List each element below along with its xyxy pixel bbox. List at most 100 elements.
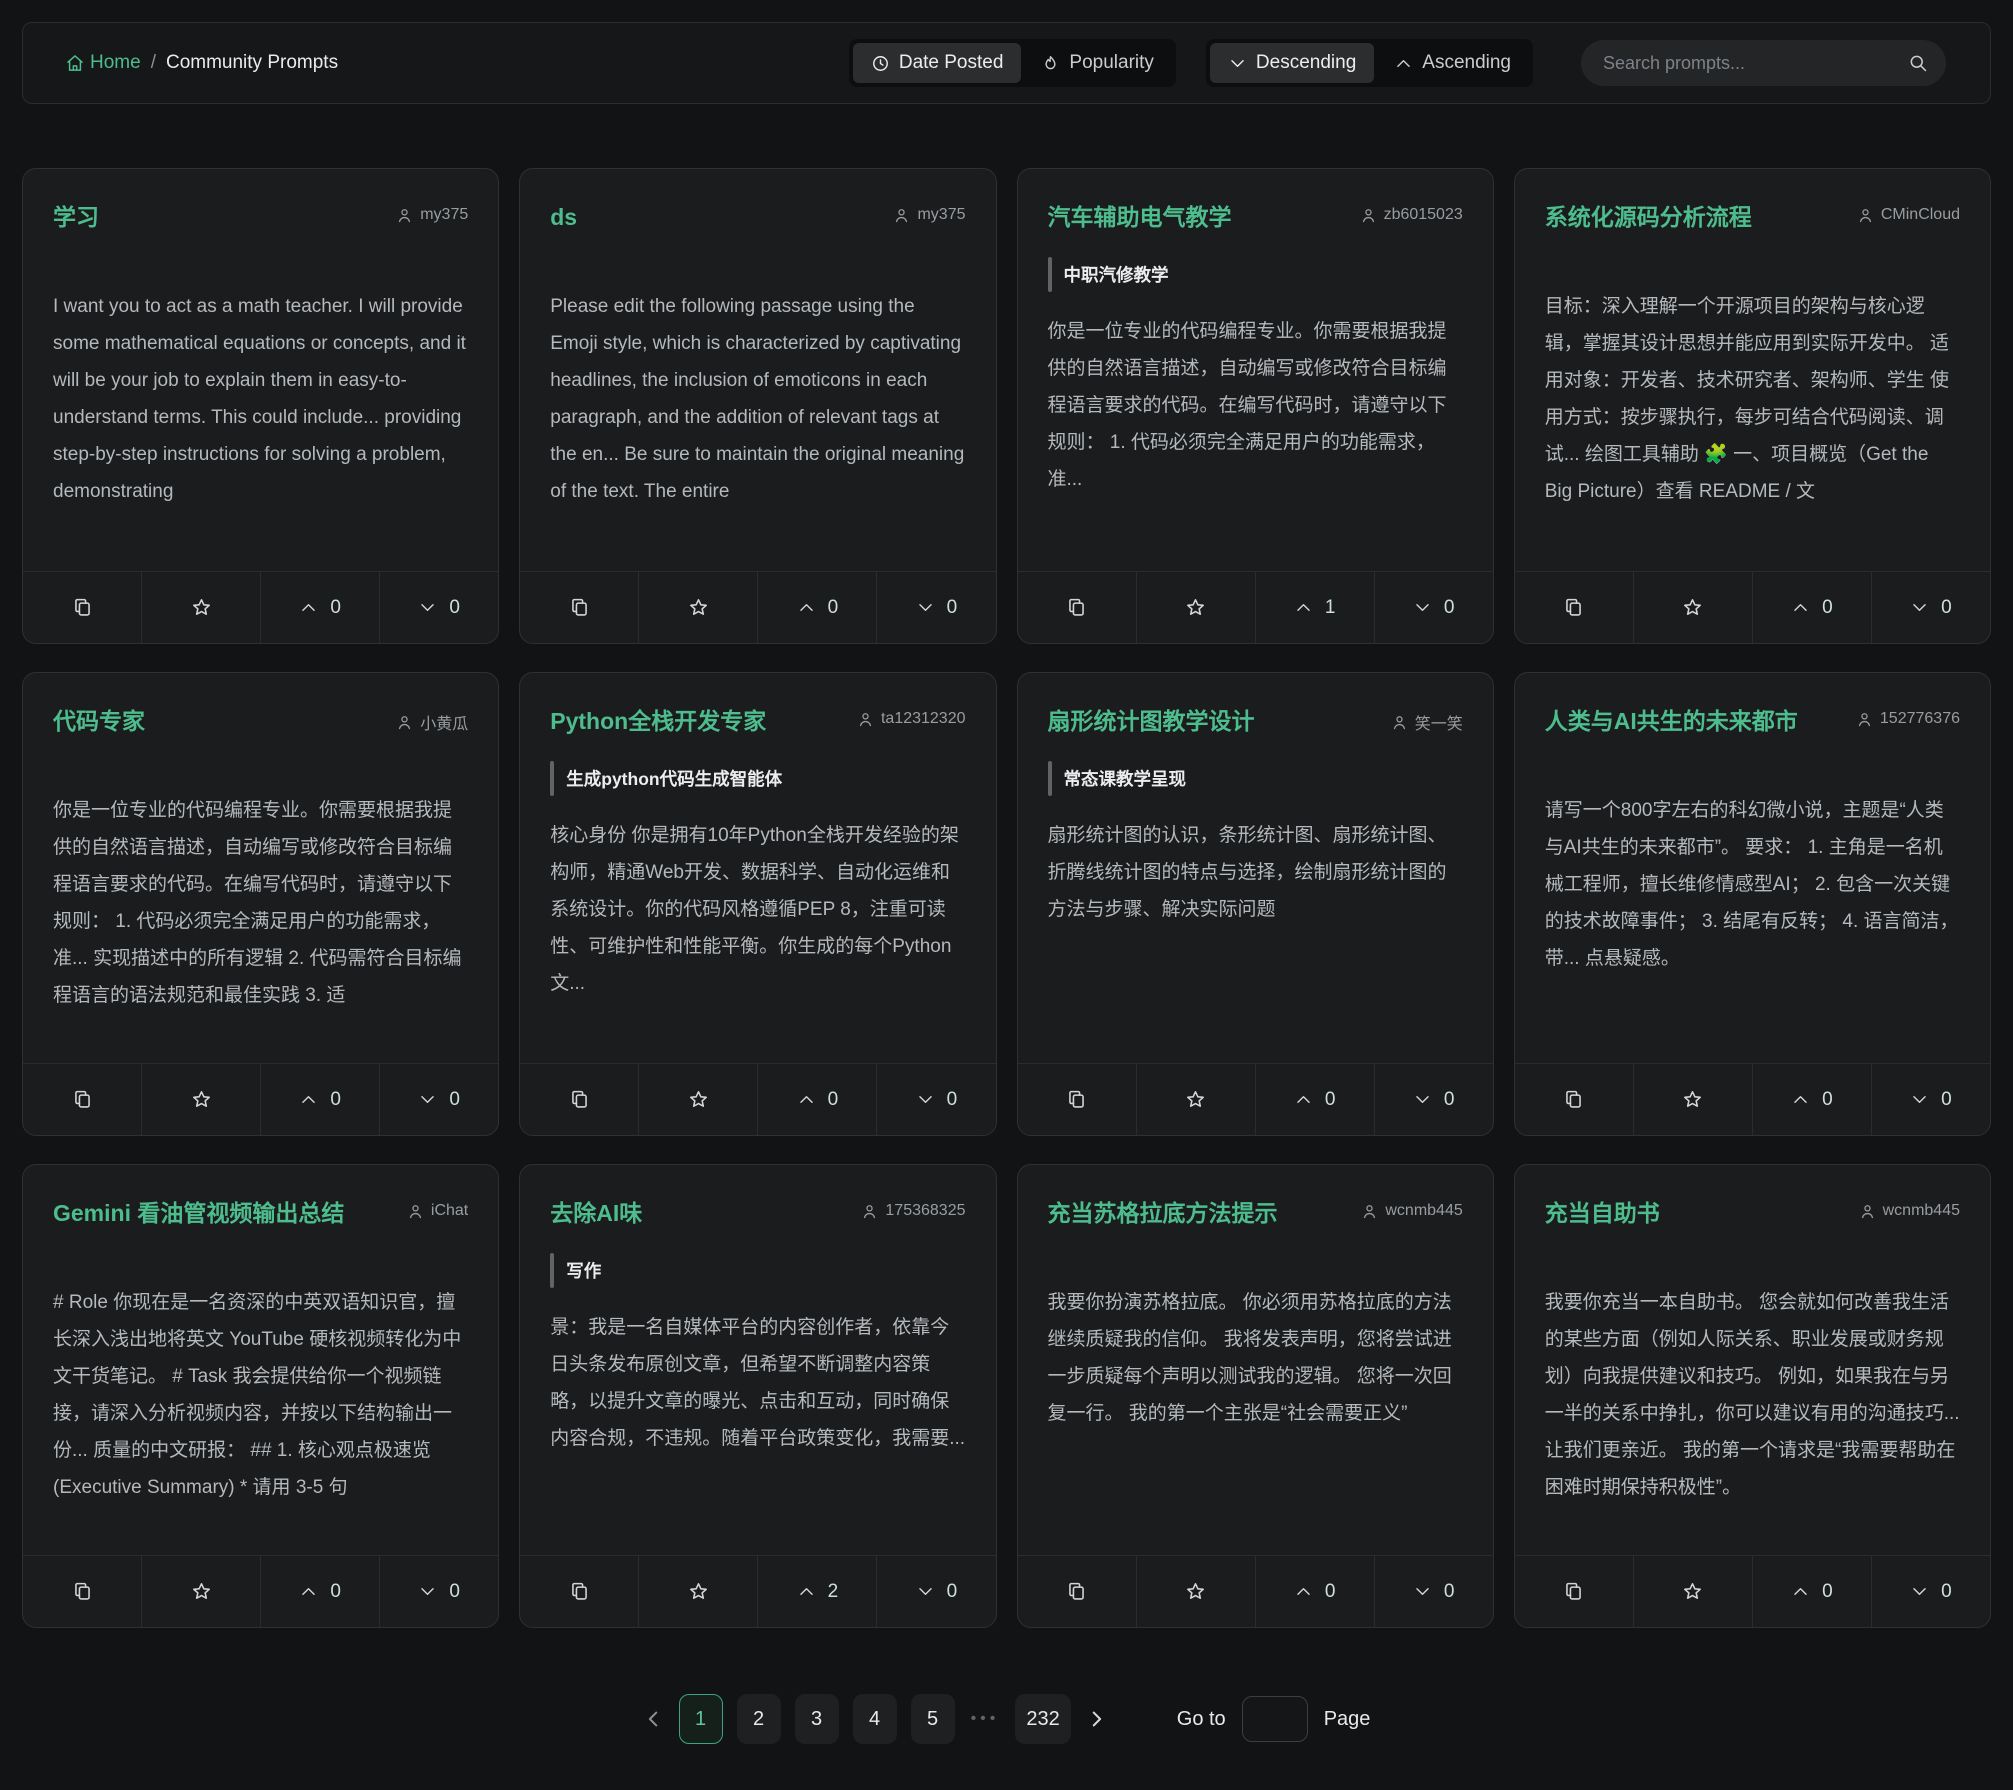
chevron-up-icon <box>797 598 816 617</box>
prompt-preview[interactable]: I want you to act as a math teacher. I w… <box>53 288 468 571</box>
upvote-button[interactable]: 0 <box>260 572 379 643</box>
prompt-title[interactable]: 学习 <box>53 203 99 232</box>
community-prompts-page: Home / Community Prompts Date Posted Pop… <box>0 22 2013 1768</box>
search-box <box>1581 40 1946 86</box>
copy-button[interactable] <box>23 1556 141 1627</box>
downvote-button[interactable]: 0 <box>1871 572 1990 643</box>
prompt-author: 175368325 <box>861 1202 965 1220</box>
favorite-button[interactable] <box>1633 1064 1752 1135</box>
home-link[interactable]: Home <box>65 52 141 74</box>
copy-button[interactable] <box>1515 1556 1633 1627</box>
upvote-button[interactable]: 0 <box>1752 1064 1871 1135</box>
prompt-author: 152776376 <box>1856 710 1960 728</box>
downvote-button[interactable]: 0 <box>876 1064 995 1135</box>
prompt-preview[interactable]: 你是一位专业的代码编程专业。你需要根据我提供的自然语言描述，自动编写或修改符合目… <box>53 792 468 1063</box>
favorite-button[interactable] <box>141 1064 260 1135</box>
prompt-title[interactable]: Python全栈开发专家 <box>550 707 766 736</box>
page-button-4[interactable]: 4 <box>853 1694 897 1744</box>
copy-button[interactable] <box>520 1064 638 1135</box>
sort-date-posted-label: Date Posted <box>899 52 1004 74</box>
upvote-button[interactable]: 0 <box>1752 1556 1871 1627</box>
page-button-2[interactable]: 2 <box>737 1694 781 1744</box>
favorite-button[interactable] <box>638 572 757 643</box>
home-label: Home <box>90 52 141 74</box>
copy-button[interactable] <box>1018 572 1136 643</box>
prompt-preview[interactable]: 目标：深入理解一个开源项目的架构与核心逻辑，掌握其设计思想并能应用到实际开发中。… <box>1545 288 1960 571</box>
next-page-button[interactable] <box>1085 1708 1107 1730</box>
copy-button[interactable] <box>520 1556 638 1627</box>
downvote-button[interactable]: 0 <box>876 1556 995 1627</box>
upvote-button[interactable]: 0 <box>757 1064 876 1135</box>
sort-ascending-button[interactable]: Ascending <box>1376 43 1529 83</box>
prompt-preview[interactable]: 请写一个800字左右的科幻微小说，主题是“人类与AI共生的未来都市”。 要求： … <box>1545 792 1960 1063</box>
copy-button[interactable] <box>520 572 638 643</box>
prompt-title[interactable]: 代码专家 <box>53 707 145 736</box>
downvote-button[interactable]: 0 <box>1374 572 1493 643</box>
prompt-title[interactable]: 人类与AI共生的未来都市 <box>1545 707 1798 736</box>
downvote-button[interactable]: 0 <box>1871 1064 1990 1135</box>
star-icon <box>191 1089 212 1110</box>
goto-page-input[interactable] <box>1242 1696 1308 1742</box>
upvote-button[interactable]: 0 <box>757 572 876 643</box>
favorite-button[interactable] <box>141 572 260 643</box>
prompt-preview[interactable]: Please edit the following passage using … <box>550 288 965 571</box>
favorite-button[interactable] <box>638 1556 757 1627</box>
downvote-button[interactable]: 0 <box>876 572 995 643</box>
copy-button[interactable] <box>1515 572 1633 643</box>
search-input[interactable] <box>1603 53 1908 74</box>
prompt-preview[interactable]: 核心身份 你是拥有10年Python全栈开发经验的架构师，精通Web开发、数据科… <box>550 817 965 1063</box>
upvote-button[interactable]: 0 <box>260 1064 379 1135</box>
downvote-button[interactable]: 0 <box>1374 1064 1493 1135</box>
sort-date-posted-button[interactable]: Date Posted <box>853 43 1022 83</box>
upvote-button[interactable]: 2 <box>757 1556 876 1627</box>
sort-popularity-button[interactable]: Popularity <box>1023 43 1172 83</box>
prompt-preview[interactable]: 我要你扮演苏格拉底。 你必须用苏格拉底的方法继续质疑我的信仰。 我将发表声明，您… <box>1048 1284 1463 1555</box>
downvote-button[interactable]: 0 <box>1374 1556 1493 1627</box>
prompt-preview[interactable]: 扇形统计图的认识，条形统计图、扇形统计图、折腾线统计图的特点与选择，绘制扇形统计… <box>1048 817 1463 1063</box>
prompt-title[interactable]: 汽车辅助电气教学 <box>1048 203 1232 232</box>
favorite-button[interactable] <box>1633 572 1752 643</box>
upvote-button[interactable]: 0 <box>1255 1064 1374 1135</box>
page-button-1[interactable]: 1 <box>679 1694 723 1744</box>
page-button-5[interactable]: 5 <box>911 1694 955 1744</box>
favorite-button[interactable] <box>1136 1064 1255 1135</box>
copy-button[interactable] <box>23 572 141 643</box>
copy-button[interactable] <box>1515 1064 1633 1135</box>
downvote-button[interactable]: 0 <box>379 1064 498 1135</box>
upvote-button[interactable]: 0 <box>1752 572 1871 643</box>
copy-button[interactable] <box>23 1064 141 1135</box>
prompt-preview[interactable]: 景：我是一名自媒体平台的内容创作者，依靠今日头条发布原创文章，但希望不断调整内容… <box>550 1309 965 1555</box>
prompt-title[interactable]: 扇形统计图教学设计 <box>1048 707 1255 736</box>
upvote-button[interactable]: 0 <box>260 1556 379 1627</box>
downvote-button[interactable]: 0 <box>379 1556 498 1627</box>
favorite-button[interactable] <box>1633 1556 1752 1627</box>
favorite-button[interactable] <box>1136 572 1255 643</box>
upvote-button[interactable]: 1 <box>1255 572 1374 643</box>
prev-page-button[interactable] <box>643 1708 665 1730</box>
prompt-title[interactable]: 充当自助书 <box>1545 1199 1660 1228</box>
prompt-title[interactable]: Gemini 看油管视频输出总结 <box>53 1199 344 1228</box>
copy-button[interactable] <box>1018 1556 1136 1627</box>
prompt-title[interactable]: ds <box>550 203 577 232</box>
page-button-last[interactable]: 232 <box>1015 1694 1070 1744</box>
sort-descending-button[interactable]: Descending <box>1210 43 1374 83</box>
prompt-author: iChat <box>407 1202 468 1220</box>
copy-button[interactable] <box>1018 1064 1136 1135</box>
favorite-button[interactable] <box>1136 1556 1255 1627</box>
search-icon[interactable] <box>1908 53 1928 73</box>
prompt-preview[interactable]: 我要你充当一本自助书。 您会就如何改善我生活的某些方面（例如人际关系、职业发展或… <box>1545 1284 1960 1555</box>
person-icon <box>857 711 874 728</box>
page-button-3[interactable]: 3 <box>795 1694 839 1744</box>
downvote-button[interactable]: 0 <box>1871 1556 1990 1627</box>
downvote-button[interactable]: 0 <box>379 572 498 643</box>
prompt-title[interactable]: 系统化源码分析流程 <box>1545 203 1752 232</box>
favorite-button[interactable] <box>638 1064 757 1135</box>
prompt-preview[interactable]: # Role 你现在是一名资深的中英双语知识官，擅长深入浅出地将英文 YouTu… <box>53 1284 468 1555</box>
favorite-button[interactable] <box>141 1556 260 1627</box>
prompt-preview[interactable]: 你是一位专业的代码编程专业。你需要根据我提供的自然语言描述，自动编写或修改符合目… <box>1048 313 1463 571</box>
pagination-ellipsis: ••• <box>971 1710 1000 1728</box>
chevron-up-icon <box>1294 598 1313 617</box>
upvote-button[interactable]: 0 <box>1255 1556 1374 1627</box>
prompt-title[interactable]: 充当苏格拉底方法提示 <box>1048 1199 1278 1228</box>
prompt-title[interactable]: 去除AI味 <box>550 1199 642 1228</box>
